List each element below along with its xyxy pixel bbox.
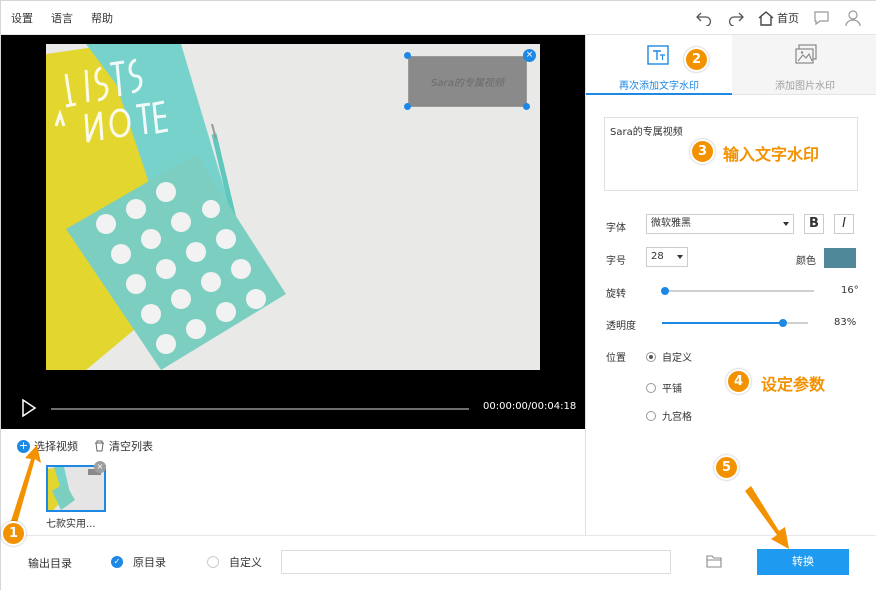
step-badge-2: 2 xyxy=(684,47,709,72)
step-badge-4: 4 xyxy=(726,369,751,394)
step-badge-5: 5 xyxy=(714,455,739,480)
annotation-step-3-text: 输入文字水印 xyxy=(723,145,820,164)
step-badge-3: 3 xyxy=(690,139,715,164)
arrow-step-1 xyxy=(11,445,41,523)
app-window: 设置 语言 帮助 首页 Sara的专属视频 × 00:00:00/00:04:1… xyxy=(0,0,876,590)
step-badge-1: 1 xyxy=(1,521,26,546)
annotation-arrows xyxy=(11,445,789,549)
arrow-step-5 xyxy=(745,486,789,549)
annotation-step-4-text: 设定参数 xyxy=(761,375,826,394)
